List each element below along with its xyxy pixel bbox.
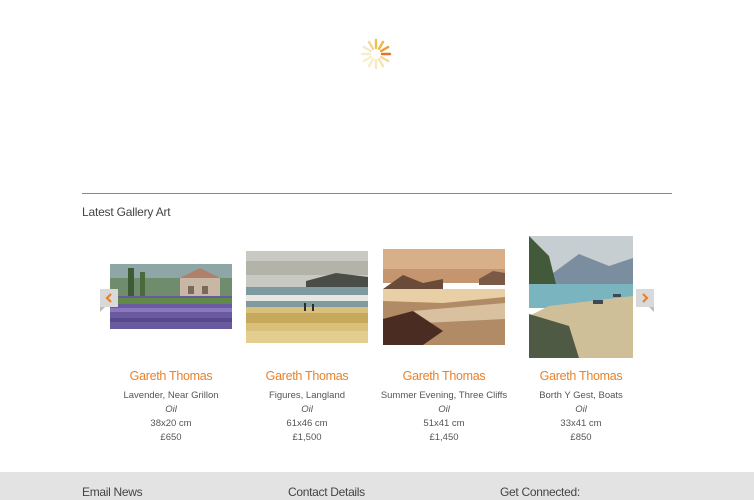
artwork-card[interactable]: Gareth Thomas Lavender, Near Grillon Oil… bbox=[101, 368, 241, 445]
artist-link[interactable]: Gareth Thomas bbox=[237, 368, 377, 384]
artwork-title: Figures, Langland bbox=[268, 390, 346, 401]
artist-link[interactable]: Gareth Thomas bbox=[101, 368, 241, 384]
artwork-image-three-cliffs[interactable] bbox=[383, 249, 505, 345]
artwork-image-borth-y-gest[interactable] bbox=[529, 236, 633, 358]
section-divider bbox=[82, 193, 672, 194]
chevron-left-icon bbox=[104, 293, 114, 303]
artwork-title: Summer Evening, Three Cliffs bbox=[380, 390, 508, 401]
loading-spinner-icon bbox=[355, 37, 397, 71]
artwork-size: 33x41 cm bbox=[560, 418, 602, 429]
artwork-size: 38x20 cm bbox=[150, 418, 192, 429]
footer-contact-details-heading: Contact Details bbox=[288, 485, 365, 499]
carousel-prev-button[interactable] bbox=[100, 289, 118, 312]
artwork-size: 51x41 cm bbox=[423, 418, 465, 429]
chevron-right-icon bbox=[640, 293, 650, 303]
artwork-card[interactable]: Gareth Thomas Figures, Langland Oil 61x4… bbox=[237, 368, 377, 445]
artwork-medium: Oil bbox=[165, 404, 177, 415]
artist-link[interactable]: Gareth Thomas bbox=[511, 368, 651, 384]
carousel-next-button[interactable] bbox=[636, 289, 654, 312]
footer-email-news-heading: Email News bbox=[82, 485, 143, 499]
artwork-image-figures-langland[interactable] bbox=[246, 251, 368, 343]
artwork-medium: Oil bbox=[301, 404, 313, 415]
artwork-image-lavender[interactable] bbox=[110, 264, 232, 329]
footer: Email News Contact Details Get Connected… bbox=[0, 472, 754, 500]
artwork-price: £1,450 bbox=[429, 432, 459, 443]
artwork-price: £650 bbox=[160, 432, 182, 443]
artist-link[interactable]: Gareth Thomas bbox=[374, 368, 514, 384]
artwork-size: 61x46 cm bbox=[286, 418, 328, 429]
artwork-price: £850 bbox=[570, 432, 592, 443]
artwork-medium: Oil bbox=[438, 404, 450, 415]
artwork-price: £1,500 bbox=[292, 432, 322, 443]
artwork-card[interactable]: Gareth Thomas Summer Evening, Three Clif… bbox=[374, 368, 514, 445]
section-title: Latest Gallery Art bbox=[82, 205, 171, 219]
artwork-medium: Oil bbox=[575, 404, 587, 415]
artwork-title: Lavender, Near Grillon bbox=[123, 390, 219, 401]
footer-get-connected-heading: Get Connected: bbox=[500, 485, 580, 499]
artwork-title: Borth Y Gest, Boats bbox=[539, 390, 623, 401]
artwork-card[interactable]: Gareth Thomas Borth Y Gest, Boats Oil 33… bbox=[511, 368, 651, 445]
